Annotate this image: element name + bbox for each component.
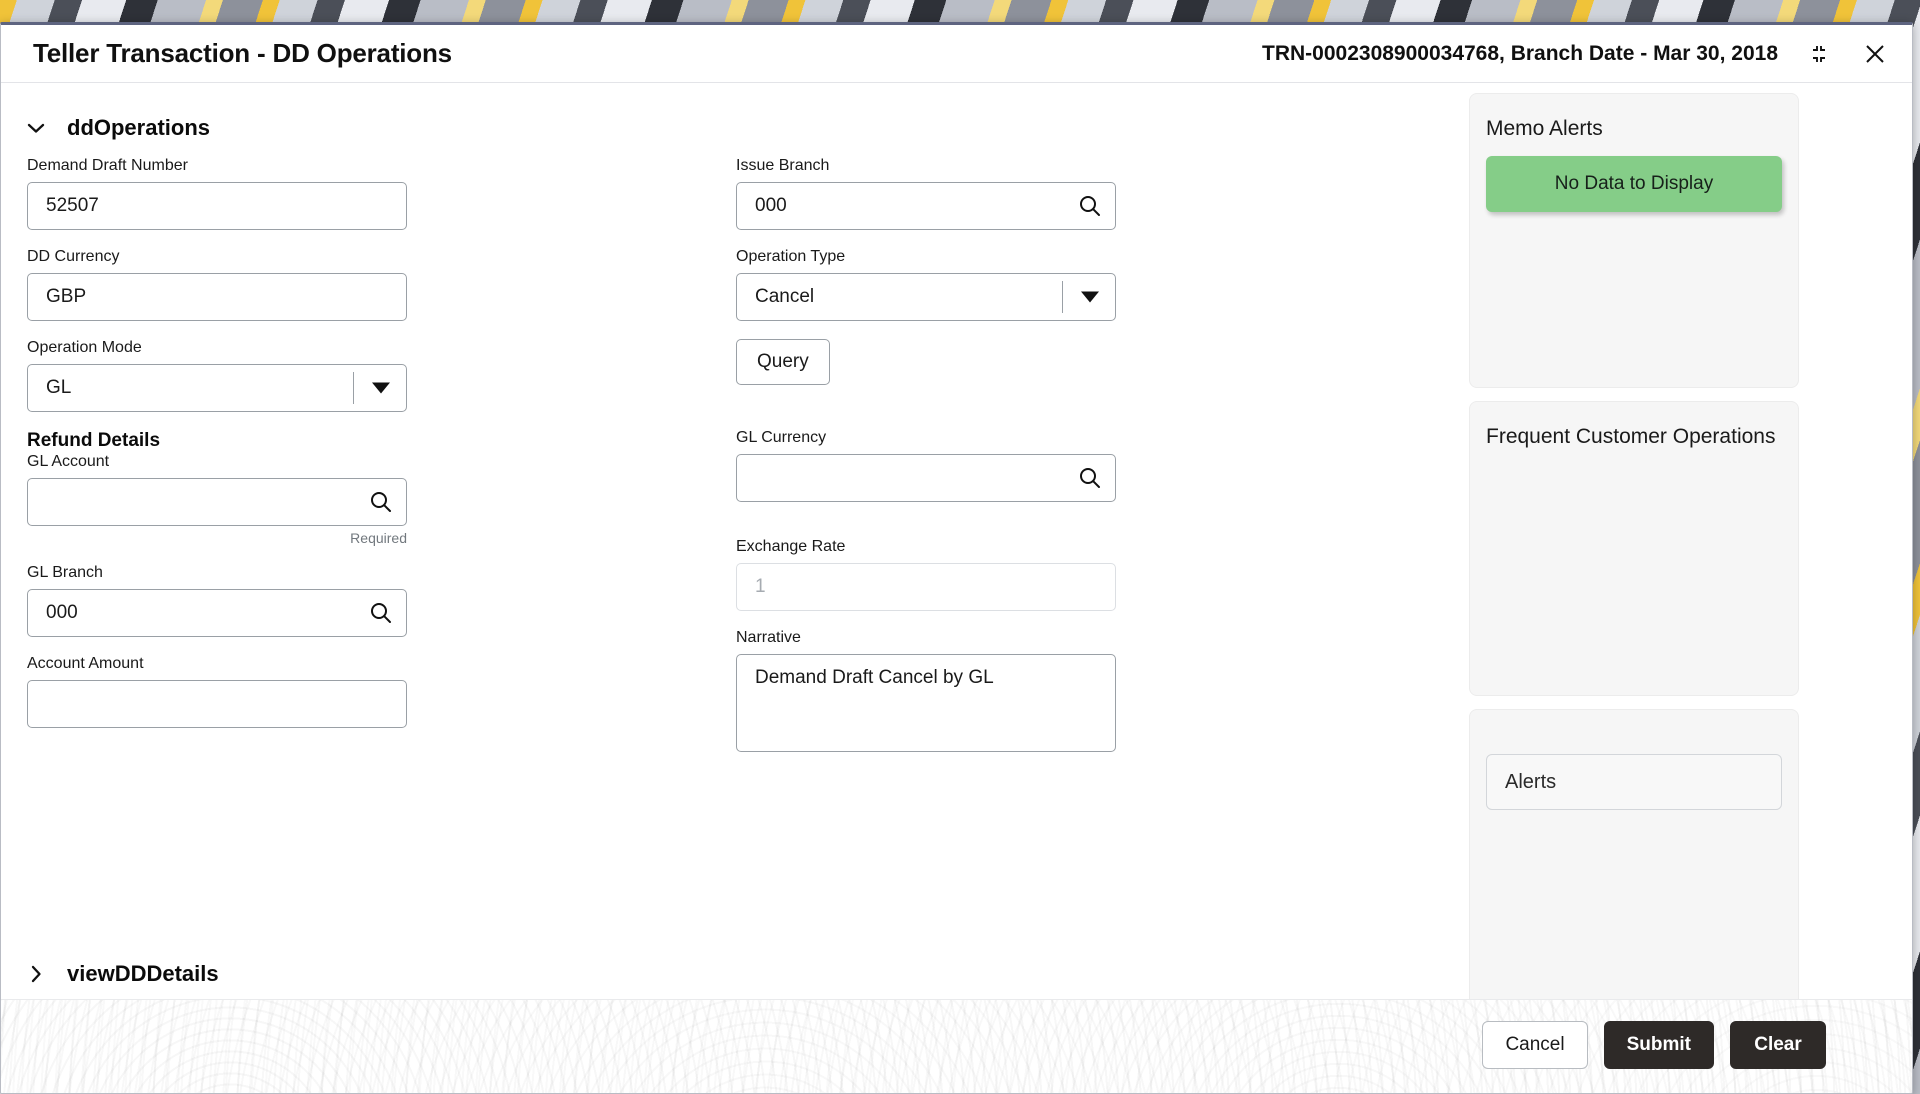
field-value: 000	[46, 602, 78, 623]
query-button[interactable]: Query	[736, 339, 830, 385]
panel-memo-alerts: Memo Alerts No Data to Display	[1469, 93, 1799, 388]
application-window: Teller Transaction - DD Operations TRN-0…	[0, 22, 1913, 1094]
field-label: Account Amount	[27, 655, 144, 672]
footer-actions: Cancel Submit Clear	[1482, 1021, 1826, 1069]
collapse-window-icon[interactable]	[1804, 39, 1834, 69]
field-gl-branch: GL Branch 000	[27, 564, 407, 637]
field-label: Narrative	[736, 629, 801, 646]
gl-account-input[interactable]	[27, 478, 407, 526]
field-label: Exchange Rate	[736, 538, 846, 555]
field-gl-account: Refund Details GL Account Required	[27, 430, 407, 546]
sidebar: Memo Alerts No Data to Display Frequent …	[1469, 93, 1799, 1009]
section-title: ddOperations	[67, 115, 211, 140]
field-value: GL	[46, 377, 72, 398]
section-header-ddoperations[interactable]: ddOperations	[27, 105, 1464, 151]
account-amount-input[interactable]	[27, 680, 407, 728]
issue-branch-input[interactable]: 000	[736, 182, 1116, 230]
narrative-textarea[interactable]: Demand Draft Cancel by GL	[736, 654, 1116, 752]
search-icon[interactable]	[1077, 465, 1103, 491]
memo-alerts-empty-banner: No Data to Display	[1486, 156, 1782, 213]
footer: Cancel Submit Clear	[1, 999, 1912, 1093]
footer-divider	[1, 999, 1912, 1000]
field-value: 000	[755, 195, 787, 216]
group-heading-refund-details: Refund Details	[27, 430, 161, 451]
cancel-button[interactable]: Cancel	[1482, 1021, 1588, 1069]
section-header-viewdddetails[interactable]: viewDDDetails	[27, 951, 1450, 997]
field-narrative: Narrative Demand Draft Cancel by GL	[736, 629, 1116, 752]
panel-frequent-customer-operations: Frequent Customer Operations	[1469, 401, 1799, 696]
page-title: Teller Transaction - DD Operations	[33, 38, 452, 68]
select-divider	[1062, 281, 1063, 313]
chevron-down-icon	[27, 122, 45, 134]
field-label: Demand Draft Number	[27, 157, 188, 174]
gl-currency-input[interactable]	[736, 454, 1116, 502]
field-query-action: Query	[736, 339, 1116, 385]
title-bar: Teller Transaction - DD Operations TRN-0…	[1, 25, 1912, 83]
form-column-left: Demand Draft Number 52507 DD Currency GB…	[27, 157, 407, 746]
field-label: GL Account	[27, 453, 110, 470]
section-title: viewDDDetails	[67, 961, 219, 986]
panel-alerts: Alerts	[1469, 709, 1799, 1009]
field-value: Demand Draft Cancel by GL	[755, 667, 994, 688]
clipped-content-left	[31, 1009, 331, 1017]
chevron-right-icon	[27, 965, 45, 983]
field-label: Operation Mode	[27, 339, 142, 356]
field-operation-type: Operation Type Cancel	[736, 248, 1116, 321]
field-operation-mode: Operation Mode GL	[27, 339, 407, 412]
gl-branch-input[interactable]: 000	[27, 589, 407, 637]
field-dd-currency: DD Currency GBP	[27, 248, 407, 321]
search-icon[interactable]	[368, 600, 394, 626]
field-label: GL Currency	[736, 429, 827, 446]
field-gl-currency: GL Currency	[736, 429, 1116, 502]
select-divider	[353, 372, 354, 404]
chevron-down-icon[interactable]	[1081, 291, 1099, 303]
panel-title: Frequent Customer Operations	[1486, 425, 1776, 448]
field-exchange-rate: Exchange Rate 1	[736, 538, 1116, 611]
operation-mode-select[interactable]: GL	[27, 364, 407, 412]
operation-type-select[interactable]: Cancel	[736, 273, 1116, 321]
clear-button[interactable]: Clear	[1730, 1021, 1826, 1069]
submit-button[interactable]: Submit	[1603, 1021, 1714, 1069]
field-account-amount: Account Amount	[27, 655, 407, 728]
field-label: Operation Type	[736, 248, 846, 265]
close-icon[interactable]	[1860, 39, 1890, 69]
field-value: GBP	[46, 286, 87, 307]
field-label: GL Branch	[27, 564, 103, 581]
title-bar-right: TRN-0002308900034768, Branch Date - Mar …	[1262, 39, 1890, 69]
field-label: DD Currency	[27, 248, 120, 265]
transaction-info: TRN-0002308900034768, Branch Date - Mar …	[1262, 41, 1778, 65]
field-value: 52507	[46, 195, 99, 216]
form-area: ddOperations Demand Draft Number 52507 D…	[1, 83, 1464, 1039]
exchange-rate-input[interactable]: 1	[736, 563, 1116, 611]
panel-title: Memo Alerts	[1486, 117, 1603, 140]
chevron-down-icon[interactable]	[372, 382, 390, 394]
demand-draft-number-input[interactable]: 52507	[27, 182, 407, 230]
window-body: ddOperations Demand Draft Number 52507 D…	[1, 83, 1912, 1039]
dd-currency-input[interactable]: GBP	[27, 273, 407, 321]
gl-account-required-hint: Required	[350, 530, 407, 546]
field-placeholder: 1	[755, 576, 766, 597]
clipped-content-right	[1571, 1009, 1741, 1017]
alerts-box[interactable]: Alerts	[1486, 754, 1782, 810]
search-icon[interactable]	[368, 489, 394, 515]
field-label: Issue Branch	[736, 157, 830, 174]
search-icon[interactable]	[1077, 193, 1103, 219]
field-issue-branch: Issue Branch 000	[736, 157, 1116, 230]
field-demand-draft-number: Demand Draft Number 52507	[27, 157, 407, 230]
field-value: Cancel	[755, 286, 815, 307]
form-column-right: Issue Branch 000 Operation Type Cancel Q…	[736, 157, 1116, 770]
